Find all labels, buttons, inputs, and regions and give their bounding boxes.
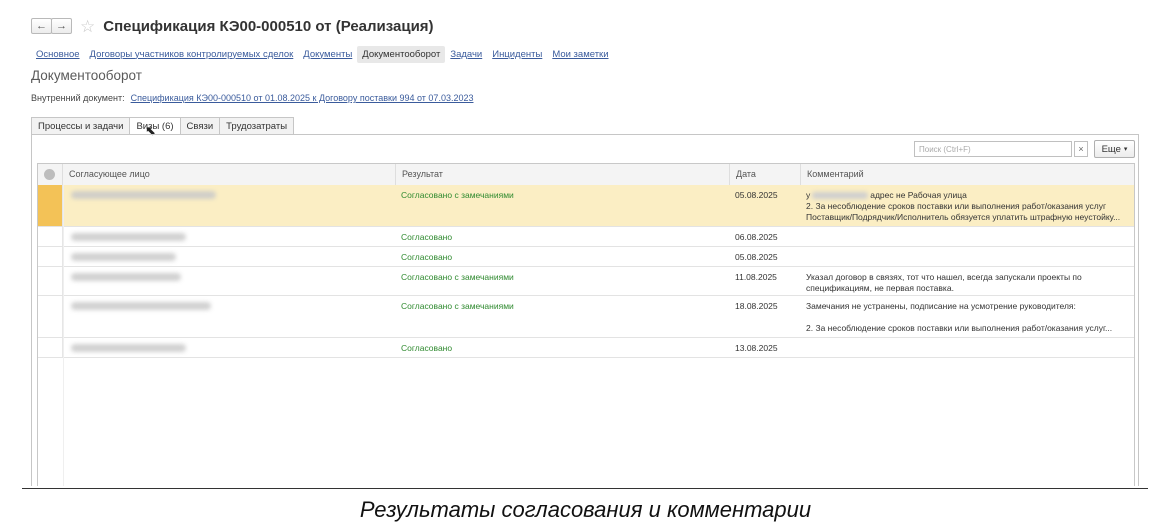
document-title: Спецификация КЭ00-000510 от (Реализация) — [103, 17, 434, 35]
column-header-date[interactable]: Дата — [730, 164, 801, 185]
table-row[interactable]: Согласовано 05.08.2025 — [38, 247, 1134, 267]
chevron-down-icon: ▾ — [1123, 146, 1128, 153]
section-link-docflow[interactable]: Документооборот — [357, 45, 446, 63]
section-link-main[interactable]: Основное — [31, 46, 85, 63]
caption-divider — [22, 488, 1148, 489]
column-header-approver[interactable]: Согласующее лицо — [63, 164, 396, 185]
row-marker — [38, 185, 63, 226]
result-cell: Согласовано с замечаниями — [401, 272, 514, 282]
tab-labor-costs[interactable]: Трудозатраты — [219, 117, 295, 135]
search-clear-button[interactable]: × — [1074, 141, 1088, 157]
status-column-header[interactable] — [38, 164, 63, 185]
more-button-label: Еще — [1101, 143, 1121, 155]
result-cell: Согласовано — [401, 343, 453, 353]
row-marker — [38, 338, 63, 357]
section-nav: Основное Договоры участников контролируе… — [31, 45, 614, 63]
approver-name-redacted — [71, 344, 186, 352]
forward-button[interactable]: → — [51, 18, 72, 34]
result-cell: Согласовано — [401, 252, 453, 262]
tab-processes[interactable]: Процессы и задачи — [31, 117, 131, 135]
comment-prefix: у — [806, 190, 811, 200]
title-bar: ← → ☆ Спецификация КЭ00-000510 от (Реали… — [31, 14, 434, 38]
table-row[interactable]: Согласовано 13.08.2025 — [38, 338, 1134, 358]
date-cell: 18.08.2025 — [735, 301, 778, 311]
table-row[interactable]: Согласовано 06.08.2025 — [38, 227, 1134, 247]
approver-name-redacted — [71, 273, 181, 281]
more-button[interactable]: Еще ▾ — [1094, 140, 1135, 158]
arrow-right-icon: → — [56, 20, 67, 32]
section-link-notes[interactable]: Мои заметки — [547, 46, 613, 63]
comment-rest: спецификациям, не первая поставка. — [806, 283, 954, 293]
tab-strip: Процессы и задачи Визы (6) Связи Трудоза… — [31, 117, 295, 135]
comment-rest: 2. За несоблюдение сроков поставки или в… — [806, 323, 1113, 333]
comment-cell: у адрес не Рабочая улица 2. За несоблюдени… — [806, 190, 1120, 223]
approver-name-redacted — [71, 191, 216, 199]
favorite-star-icon[interactable]: ☆ — [80, 18, 95, 35]
internal-document-label: Внутренний документ: — [31, 93, 125, 103]
comment-first-line: Замечания не устранены, подписание на ус… — [806, 301, 1076, 311]
comment-first-line: адрес не Рабочая улица — [870, 190, 967, 200]
approver-name-redacted — [71, 233, 186, 241]
column-header-result[interactable]: Результат — [396, 164, 730, 185]
result-cell: Согласовано — [401, 232, 453, 242]
table-header: Согласующее лицо Результат Дата Коммента… — [38, 164, 1134, 186]
table-row[interactable]: Согласовано с замечаниями 05.08.2025 у ад… — [38, 185, 1134, 227]
column-header-comment[interactable]: Комментарий — [801, 164, 1136, 185]
visas-table[interactable]: Согласующее лицо Результат Дата Коммента… — [37, 163, 1135, 486]
comment-redacted — [812, 192, 869, 200]
date-cell: 11.08.2025 — [735, 272, 777, 282]
section-link-contracts[interactable]: Договоры участников контролируемых сдело… — [85, 46, 299, 63]
close-icon: × — [1078, 144, 1084, 154]
date-cell: 05.08.2025 — [735, 190, 778, 200]
date-cell: 06.08.2025 — [735, 232, 778, 242]
status-icon — [44, 169, 55, 180]
form-title: Документооборот — [31, 68, 142, 83]
internal-document-link[interactable]: Спецификация КЭ00-000510 от 01.08.2025 к… — [131, 93, 474, 103]
approver-name-redacted — [71, 253, 176, 261]
comment-cell: Указал договор в связях, тот что нашел, … — [806, 272, 1082, 294]
result-cell: Согласовано с замечаниями — [401, 190, 514, 200]
section-link-documents[interactable]: Документы — [298, 46, 357, 63]
date-cell: 13.08.2025 — [735, 343, 778, 353]
row-marker — [38, 227, 63, 246]
result-cell: Согласовано с замечаниями — [401, 301, 514, 311]
arrow-left-icon: ← — [36, 20, 47, 32]
row-marker — [38, 296, 63, 337]
search-input[interactable]: Поиск (Ctrl+F) — [914, 141, 1072, 157]
column-divider — [63, 185, 64, 486]
table-row[interactable]: Согласовано с замечаниями 18.08.2025 Зам… — [38, 296, 1134, 338]
approver-name-redacted — [71, 302, 211, 310]
figure-caption: Результаты согласования и комментарии — [359, 497, 812, 522]
comment-first-line: Указал договор в связях, тот что нашел, … — [806, 272, 1082, 282]
row-marker — [38, 247, 63, 266]
comment-rest: 2. За несоблюдение сроков поставки или в… — [806, 201, 1121, 222]
back-button[interactable]: ← — [31, 18, 52, 34]
section-link-incidents[interactable]: Инциденты — [487, 46, 547, 63]
internal-document-row: Внутренний документ: Спецификация КЭ00-00… — [31, 93, 473, 103]
tab-links[interactable]: Связи — [179, 117, 221, 135]
section-link-tasks[interactable]: Задачи — [445, 46, 487, 63]
date-cell: 05.08.2025 — [735, 252, 778, 262]
table-row[interactable]: Согласовано с замечаниями 11.08.2025 Ука… — [38, 267, 1134, 296]
row-marker — [38, 267, 63, 295]
comment-cell: Замечания не устранены, подписание на ус… — [806, 301, 1112, 334]
